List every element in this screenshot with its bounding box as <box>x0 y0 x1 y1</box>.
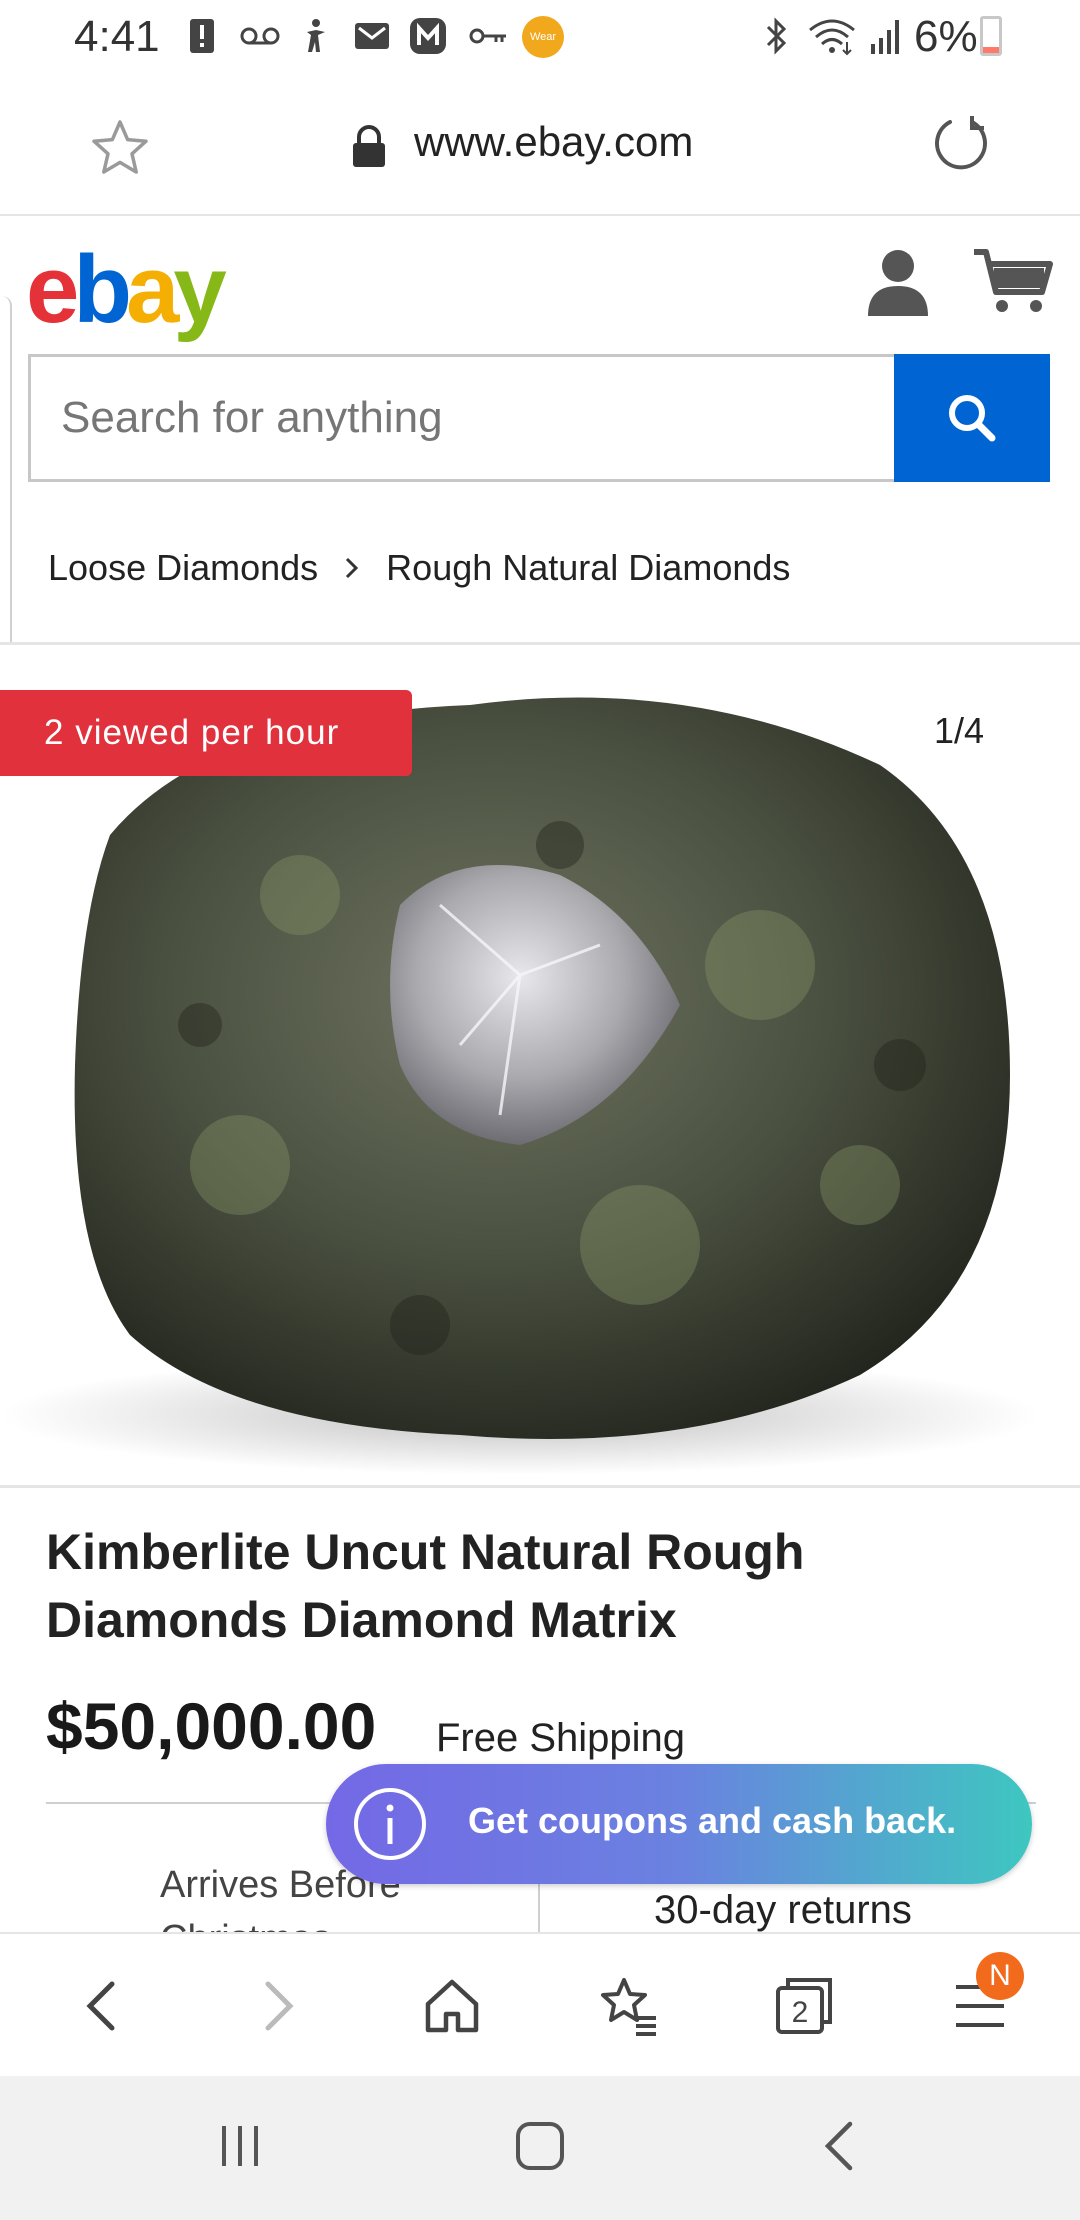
ebay-logo[interactable]: ebay <box>26 236 227 343</box>
menu-notification-badge: N <box>976 1952 1024 2000</box>
product-price: $50,000.00 <box>46 1689 377 1763</box>
wear-icon: Wear <box>522 16 564 58</box>
breadcrumb-item-rough-natural-diamonds[interactable]: Rough Natural Diamonds <box>386 547 790 589</box>
signal-icon <box>866 16 906 56</box>
logo-letter-e: e <box>26 236 79 343</box>
browser-url-bar: www.ebay.com <box>0 76 1080 216</box>
viewed-per-hour-badge: 2 viewed per hour <box>0 690 412 776</box>
browser-bottom-nav: 2 <box>0 1932 1080 2076</box>
alert-icon <box>182 16 222 56</box>
battery-percent: 6% <box>914 12 978 61</box>
voicemail-icon <box>236 16 284 56</box>
home-icon[interactable] <box>416 1970 488 2042</box>
info-icon <box>350 1784 430 1864</box>
breadcrumb-item-loose-diamonds[interactable]: Loose Diamonds <box>48 547 318 589</box>
lock-icon <box>350 124 388 168</box>
gmail-icon <box>352 16 392 56</box>
key-icon <box>464 16 512 56</box>
status-time: 4:41 <box>74 12 160 61</box>
bluetooth-icon <box>756 16 796 56</box>
image-counter: 1/4 <box>934 710 985 751</box>
home-button-icon[interactable] <box>510 2116 570 2176</box>
app-m-icon <box>408 16 448 56</box>
wifi-icon <box>806 16 858 56</box>
search-bar <box>28 354 1050 482</box>
tabs-count: 2 <box>792 1996 809 2029</box>
back-icon[interactable] <box>66 1970 138 2042</box>
system-nav-bar <box>0 2076 1080 2220</box>
divider <box>0 1485 1080 1488</box>
shipping-info: Free Shipping <box>436 1716 686 1760</box>
recent-apps-icon[interactable] <box>210 2116 270 2176</box>
coupon-toast-text: Get coupons and cash back. <box>468 1800 957 1841</box>
returns-info: 30-day returns <box>654 1888 912 1932</box>
bookmarks-icon[interactable] <box>592 1970 664 2042</box>
system-back-icon[interactable] <box>810 2116 870 2176</box>
breadcrumb: Loose Diamonds Rough Natural Diamonds <box>48 546 790 590</box>
forward-icon[interactable] <box>242 1970 314 2042</box>
search-button[interactable] <box>894 354 1050 482</box>
battery-icon <box>980 16 1002 56</box>
chevron-right-icon <box>344 556 360 580</box>
reload-icon[interactable] <box>928 112 994 178</box>
coupon-toast[interactable]: Get coupons and cash back. <box>326 1764 1032 1884</box>
battery-level-fill <box>983 46 999 53</box>
logo-letter-b: b <box>73 236 132 343</box>
product-title: Kimberlite Uncut Natural Rough Diamonds … <box>46 1524 805 1648</box>
account-icon[interactable] <box>862 246 934 318</box>
tabs-icon[interactable]: 2 <box>768 1970 840 2042</box>
logo-letter-y: y <box>173 236 226 343</box>
url-text[interactable]: www.ebay.com <box>414 118 693 166</box>
search-input[interactable] <box>28 354 896 482</box>
logo-letter-a: a <box>126 236 179 343</box>
accessibility-icon <box>296 16 336 56</box>
cart-icon[interactable] <box>972 246 1054 318</box>
bookmark-star-icon[interactable] <box>88 116 152 180</box>
status-bar: 4:41 Wear 6% <box>0 0 1080 76</box>
search-icon <box>949 395 996 442</box>
